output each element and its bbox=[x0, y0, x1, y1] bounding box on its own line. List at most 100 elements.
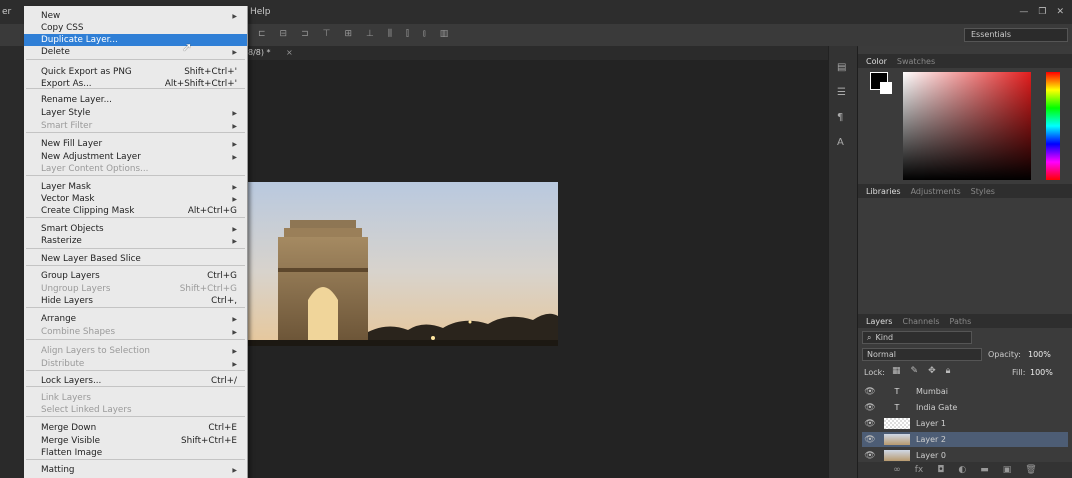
visibility-eye-icon[interactable]: 👁︎ bbox=[862, 387, 878, 397]
submenu-arrow-icon: ▶ bbox=[232, 315, 237, 323]
menu-item-flatten-image[interactable]: Flatten Image bbox=[24, 447, 247, 459]
canvas-photo[interactable] bbox=[248, 182, 558, 346]
menu-item-matting[interactable]: Matting ▶ bbox=[24, 464, 247, 476]
add-mask-icon[interactable]: ◘ bbox=[937, 465, 944, 475]
distribute-h-icon[interactable]: ⫼ bbox=[388, 29, 392, 39]
tab-adjustments[interactable]: Adjustments bbox=[911, 187, 961, 196]
menu-item-rasterize[interactable]: Rasterize ▶ bbox=[24, 235, 247, 247]
color-panel-tabs: Color Swatches bbox=[858, 54, 1072, 68]
menu-item-merge-visible[interactable]: Merge Visible Shift+Ctrl+E bbox=[24, 435, 247, 447]
restore-icon[interactable]: ❐ bbox=[1038, 7, 1046, 17]
history-icon[interactable]: ▤ bbox=[837, 62, 846, 73]
layer-row[interactable]: 👁︎ T India Gate bbox=[862, 400, 1068, 415]
tab-styles[interactable]: Styles bbox=[971, 187, 995, 196]
align-top-icon[interactable]: ⊤ bbox=[323, 29, 331, 39]
menu-item-group-layers[interactable]: Group Layers Ctrl+G bbox=[24, 270, 247, 282]
menu-item-label: Layer Content Options... bbox=[41, 164, 149, 174]
lock-transparent-icon[interactable]: ▦ bbox=[892, 366, 901, 376]
menu-item-duplicate-layer[interactable]: Duplicate Layer... bbox=[24, 34, 247, 46]
menu-item-label: Distribute bbox=[41, 359, 85, 369]
new-layer-icon[interactable]: ▣ bbox=[1003, 465, 1012, 475]
trash-icon[interactable]: 🗑︎ bbox=[1025, 465, 1036, 475]
link-layers-icon[interactable]: ∞ bbox=[893, 465, 901, 475]
tab-paths[interactable]: Paths bbox=[950, 317, 972, 326]
align-bottom-icon[interactable]: ⊥ bbox=[366, 29, 374, 39]
menu-item-smart-objects[interactable]: Smart Objects ▶ bbox=[24, 223, 247, 235]
menu-item-new-fill-layer[interactable]: New Fill Layer ▶ bbox=[24, 138, 247, 150]
document-tab[interactable]: 8/8) * bbox=[248, 48, 271, 57]
adjustment-layer-icon[interactable]: ◐ bbox=[958, 465, 966, 475]
distribute-c-icon[interactable]: ⫿ bbox=[406, 29, 409, 39]
visibility-eye-icon[interactable]: 👁︎ bbox=[862, 403, 878, 413]
blend-mode-select[interactable]: Normal bbox=[862, 348, 982, 361]
menu-item-layer-style[interactable]: Layer Style ▶ bbox=[24, 107, 247, 119]
lock-move-icon[interactable]: ✥ bbox=[928, 366, 936, 376]
menu-item-ungroup-layers[interactable]: Ungroup Layers Shift+Ctrl+G bbox=[24, 283, 247, 295]
layer-filter-select[interactable]: ⌕ Kind bbox=[862, 331, 972, 344]
menu-item-new-layer-based-slice[interactable]: New Layer Based Slice bbox=[24, 253, 247, 265]
tab-swatches[interactable]: Swatches bbox=[897, 57, 935, 66]
align-right-icon[interactable]: ⊐ bbox=[301, 29, 309, 39]
distribute-v-icon[interactable]: ⫾ bbox=[423, 29, 426, 39]
fill-field[interactable]: 100% bbox=[1030, 368, 1053, 377]
menu-item-vector-mask[interactable]: Vector Mask ▶ bbox=[24, 193, 247, 205]
menu-item-combine-shapes[interactable]: Combine Shapes ▶ bbox=[24, 326, 247, 338]
menu-item-layer-mask[interactable]: Layer Mask ▶ bbox=[24, 181, 247, 193]
align-left-icon[interactable]: ⊏ bbox=[258, 29, 266, 39]
minimize-icon[interactable]: — bbox=[1019, 7, 1028, 17]
color-picker-field[interactable] bbox=[903, 72, 1031, 180]
menu-item-rename-layer[interactable]: Rename Layer... bbox=[24, 94, 247, 106]
menu-item-merge-down[interactable]: Merge Down Ctrl+E bbox=[24, 422, 247, 434]
menu-file-partial[interactable]: er bbox=[2, 7, 11, 17]
paragraph-icon[interactable]: ¶ bbox=[837, 112, 846, 123]
menu-help[interactable]: Help bbox=[250, 7, 271, 17]
lock-paint-icon[interactable]: ✎ bbox=[911, 366, 919, 376]
lock-label: Lock: bbox=[864, 368, 885, 377]
visibility-eye-icon[interactable]: 👁︎ bbox=[862, 451, 878, 461]
menu-item-smart-filter[interactable]: Smart Filter ▶ bbox=[24, 120, 247, 132]
menu-item-align-layers-to-selection[interactable]: Align Layers to Selection ▶ bbox=[24, 345, 247, 357]
layer-row[interactable]: 👁︎ Layer 0 bbox=[862, 448, 1068, 463]
menu-item-new-adjustment-layer[interactable]: New Adjustment Layer ▶ bbox=[24, 151, 247, 163]
menu-item-lock-layers[interactable]: Lock Layers... Ctrl+/ bbox=[24, 375, 247, 387]
opacity-field[interactable]: 100% bbox=[1028, 350, 1051, 359]
menu-item-quick-export-as-png[interactable]: Quick Export as PNG Shift+Ctrl+' bbox=[24, 66, 247, 78]
auto-align-icon[interactable]: ▥ bbox=[440, 29, 449, 39]
properties-icon[interactable]: ☰ bbox=[837, 87, 846, 98]
menu-item-new[interactable]: New ▶ bbox=[24, 10, 247, 22]
tab-layers[interactable]: Layers bbox=[866, 317, 892, 326]
menu-item-hide-layers[interactable]: Hide Layers Ctrl+, bbox=[24, 295, 247, 307]
visibility-eye-icon[interactable]: 👁︎ bbox=[862, 435, 878, 445]
align-middle-icon[interactable]: ⊞ bbox=[344, 29, 352, 39]
layer-name: India Gate bbox=[916, 403, 958, 412]
align-center-icon[interactable]: ⊟ bbox=[280, 29, 288, 39]
layer-row[interactable]: 👁︎ Layer 1 bbox=[862, 416, 1068, 431]
layer-row[interactable]: 👁︎ T Mumbai bbox=[862, 384, 1068, 399]
visibility-eye-icon[interactable]: 👁︎ bbox=[862, 419, 878, 429]
menu-item-export-as[interactable]: Export As... Alt+Shift+Ctrl+' bbox=[24, 78, 247, 90]
menu-item-select-linked-layers[interactable]: Select Linked Layers bbox=[24, 404, 247, 416]
menu-item-distribute[interactable]: Distribute ▶ bbox=[24, 358, 247, 370]
tab-libraries[interactable]: Libraries bbox=[866, 187, 901, 196]
menu-item-delete[interactable]: Delete ▶ bbox=[24, 46, 247, 58]
fx-icon[interactable]: fx bbox=[915, 465, 924, 475]
menu-item-layer-content-options[interactable]: Layer Content Options... bbox=[24, 163, 247, 175]
tab-channels[interactable]: Channels bbox=[902, 317, 939, 326]
close-icon[interactable]: ✕ bbox=[1056, 7, 1064, 17]
hue-slider[interactable] bbox=[1046, 72, 1060, 180]
menu-item-label: Ungroup Layers bbox=[41, 284, 111, 294]
menu-item-create-clipping-mask[interactable]: Create Clipping Mask Alt+Ctrl+G bbox=[24, 205, 247, 217]
layer-thumbnail bbox=[884, 434, 910, 445]
menu-item-label: Lock Layers... bbox=[41, 376, 102, 386]
background-color-swatch[interactable] bbox=[880, 82, 892, 94]
workspace-select[interactable]: Essentials bbox=[964, 28, 1068, 42]
tab-color[interactable]: Color bbox=[866, 57, 887, 66]
menu-item-copy-css[interactable]: Copy CSS bbox=[24, 22, 247, 34]
menu-item-arrange[interactable]: Arrange ▶ bbox=[24, 313, 247, 325]
layer-row[interactable]: 👁︎ Layer 2 bbox=[862, 432, 1068, 447]
new-group-icon[interactable]: ▬ bbox=[980, 465, 989, 475]
menu-item-link-layers[interactable]: Link Layers bbox=[24, 392, 247, 404]
lock-all-icon[interactable]: 🔒︎ bbox=[946, 366, 951, 376]
character-icon[interactable]: A bbox=[837, 137, 846, 148]
document-tab-close-icon[interactable]: × bbox=[286, 48, 293, 57]
